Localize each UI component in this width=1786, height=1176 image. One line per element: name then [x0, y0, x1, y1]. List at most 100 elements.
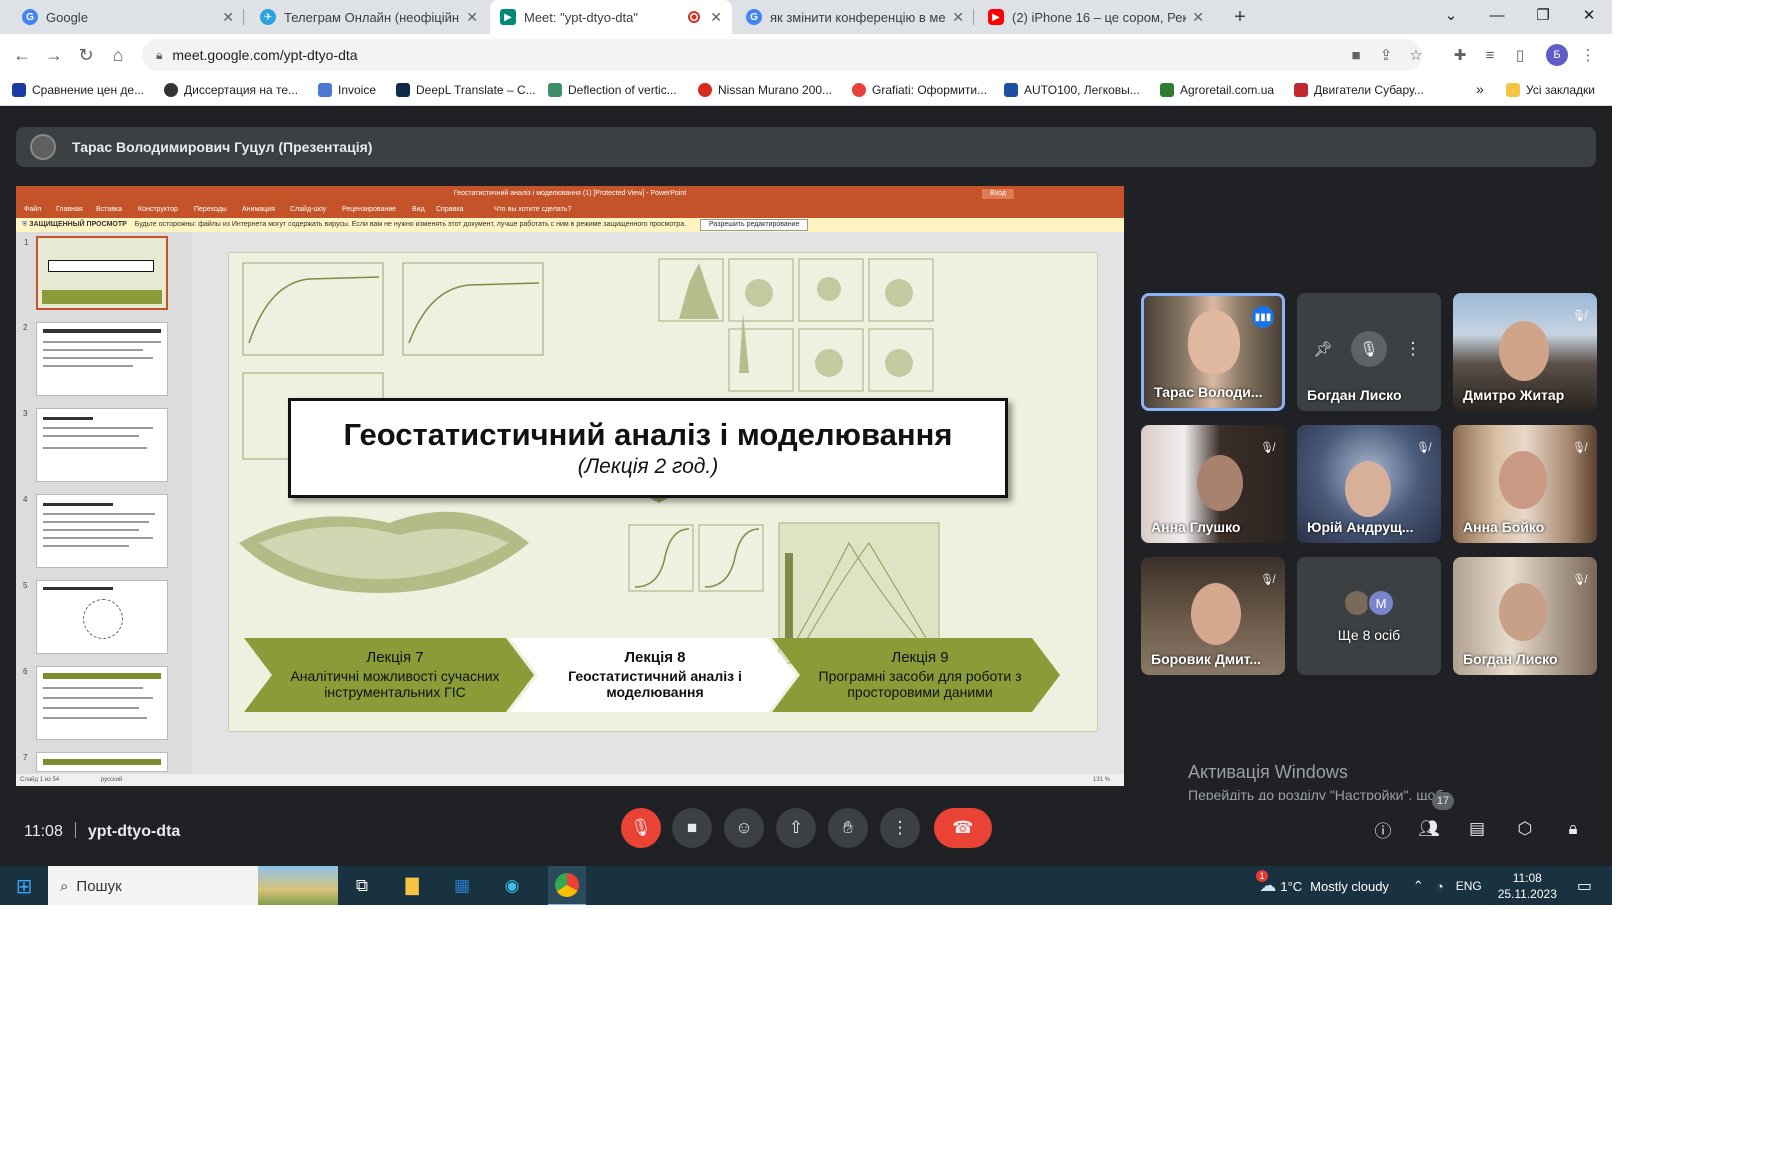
close-tab-icon[interactable]: ✕	[466, 9, 478, 26]
signin-button[interactable]: Вход	[982, 189, 1014, 199]
back-icon[interactable]: ←	[10, 43, 34, 67]
forward-icon[interactable]: →	[42, 43, 66, 67]
more-participants-tile[interactable]: M Ще 8 осіб	[1297, 557, 1441, 675]
chat-icon[interactable]: ▤	[1464, 816, 1490, 842]
slide-thumbnail[interactable]: 3	[23, 408, 168, 482]
participant-tile[interactable]: 🎙︎̸ Дмитро Житар	[1453, 293, 1597, 411]
bookmark-item[interactable]: Двигатели Субару...	[1294, 83, 1424, 97]
participant-tile[interactable]: 🎙︎̸ Боровик Дмит...	[1141, 557, 1285, 675]
more-options-icon[interactable]: ⋮	[1401, 337, 1425, 361]
language-indicator[interactable]: ENG	[1456, 879, 1482, 893]
people-icon[interactable]: 👥︎	[1416, 816, 1442, 842]
close-tab-icon[interactable]: ✕	[1192, 9, 1204, 26]
reload-icon[interactable]: ↻	[74, 43, 98, 67]
bookmark-item[interactable]: Grafiati: Оформити...	[852, 83, 987, 97]
restore-icon[interactable]: ❐	[1520, 0, 1566, 30]
weather-text[interactable]: Mostly cloudy	[1310, 879, 1389, 894]
site-info-icon[interactable]: 🔒︎	[156, 48, 162, 63]
tab-telegram[interactable]: ✈ Телеграм Онлайн (неофіційн ✕	[250, 0, 488, 34]
slide-thumbnail[interactable]: 4	[23, 494, 168, 568]
camera-button[interactable]: ■	[672, 808, 712, 848]
presenter-avatar	[30, 134, 56, 160]
side-panel-icon[interactable]: ▯	[1510, 45, 1530, 65]
profile-avatar[interactable]: Б	[1546, 44, 1568, 66]
tell-me-box[interactable]: Что вы хотите сделать?	[494, 206, 571, 213]
ribbon-tab[interactable]: Вид	[412, 206, 425, 213]
participant-tile[interactable]: 🎙︎̸ Анна Глушко	[1141, 425, 1285, 543]
microphone-off-button[interactable]: 🎙︎	[621, 808, 661, 848]
ribbon-tab[interactable]: Рецензирование	[342, 206, 396, 213]
address-bar[interactable]: 🔒︎ meet.google.com/ypt-dtyo-dta	[142, 39, 1422, 71]
participant-tile[interactable]: 📌︎ 🎙︎ ⋮ Богдан Лиско	[1297, 293, 1441, 411]
extensions-icon[interactable]: ✚	[1450, 45, 1470, 65]
ribbon-tab[interactable]: Файл	[24, 206, 41, 213]
store-icon[interactable]: ▦	[448, 872, 476, 900]
bookmark-item[interactable]: Диссертация на те...	[164, 83, 298, 97]
slide-thumbnail[interactable]: 2	[23, 322, 168, 396]
chrome-icon[interactable]	[548, 866, 586, 905]
zoom-level[interactable]: 131 %	[1093, 774, 1110, 786]
participant-tile[interactable]: ▮▮▮ Тарас Володи...	[1141, 293, 1285, 411]
pin-icon[interactable]: 📌︎	[1311, 337, 1335, 361]
share-icon[interactable]: ⇪	[1376, 45, 1396, 65]
participant-tile[interactable]: 🎙︎̸ Анна Бойко	[1453, 425, 1597, 543]
task-view-icon[interactable]: ⧉	[348, 872, 376, 900]
ribbon-tab[interactable]: Анимация	[242, 206, 275, 213]
edge-icon[interactable]: ◉	[498, 872, 526, 900]
ribbon-tab[interactable]: Главная	[56, 206, 83, 213]
tab-meet[interactable]: ▶ Meet: "ypt-dtyo-dta" ✕	[490, 0, 732, 34]
host-controls-icon[interactable]: 🔒︎	[1560, 816, 1586, 842]
close-tab-icon[interactable]: ✕	[222, 9, 234, 26]
bookmark-item[interactable]: Сравнение цен де...	[12, 83, 144, 97]
tab-search-icon[interactable]: ⌄	[1428, 0, 1474, 30]
ribbon-tab[interactable]: Вставка	[96, 206, 122, 213]
close-tab-icon[interactable]: ✕	[952, 9, 964, 26]
participant-tile[interactable]: 🎙︎̸ Богдан Лиско	[1453, 557, 1597, 675]
bookmark-item[interactable]: Deflection of vertic...	[548, 83, 677, 97]
enable-editing-button[interactable]: Разрешить редактирование	[700, 219, 809, 231]
microphone-icon[interactable]: 🎙︎	[1351, 331, 1387, 367]
meeting-info-icon[interactable]: ⓘ	[1370, 816, 1396, 842]
participant-tile[interactable]: 🎙︎̸ Юрій Андрущ...	[1297, 425, 1441, 543]
ribbon-tab[interactable]: Переходы	[194, 206, 227, 213]
tab-youtube[interactable]: ▶ (2) iPhone 16 – це сором, Рекор ✕	[978, 0, 1214, 34]
notifications-icon[interactable]: ▭	[1577, 876, 1592, 896]
activities-icon[interactable]: ⬡	[1512, 816, 1538, 842]
home-icon[interactable]: ⌂	[106, 43, 130, 67]
more-bookmarks-button[interactable]: »	[1476, 81, 1484, 97]
bookmark-item[interactable]: Invoice	[318, 83, 376, 97]
new-tab-button[interactable]: +	[1222, 0, 1258, 34]
leave-call-button[interactable]: ☎	[934, 808, 992, 848]
bookmark-star-icon[interactable]: ☆	[1406, 45, 1426, 65]
slide-thumbnail[interactable]: 5	[23, 580, 168, 654]
tab-search[interactable]: G як змінити конференцію в ме ✕	[736, 0, 974, 34]
windows-start-icon[interactable]: ⊞	[10, 872, 38, 900]
slide-thumbnail[interactable]: 7	[23, 752, 168, 772]
raise-hand-button[interactable]: ✋︎	[828, 808, 868, 848]
ribbon-tab[interactable]: Справка	[436, 206, 463, 213]
taskbar-clock[interactable]: 11:08 25.11.2023	[1498, 870, 1557, 902]
chevron-up-icon[interactable]: ⌃	[1413, 878, 1424, 894]
close-tab-icon[interactable]: ✕	[710, 9, 722, 26]
bookmark-item[interactable]: Nissan Murano 200...	[698, 83, 832, 97]
more-options-button[interactable]: ⋮	[880, 808, 920, 848]
close-window-icon[interactable]: ✕	[1566, 0, 1612, 30]
bookmark-item[interactable]: DeepL Translate – С...	[396, 83, 536, 97]
tab-google[interactable]: G Google ✕	[12, 0, 244, 34]
present-screen-button[interactable]: ⇧	[776, 808, 816, 848]
media-icon[interactable]: ≡	[1480, 45, 1500, 65]
emoji-button[interactable]: ☺	[724, 808, 764, 848]
minimize-icon[interactable]: —	[1474, 0, 1520, 30]
camera-icon[interactable]: ■	[1346, 45, 1366, 65]
all-bookmarks-folder[interactable]: Усі закладки	[1506, 83, 1595, 97]
bookmark-item[interactable]: AUTO100, Легковы...	[1004, 83, 1140, 97]
slide-thumbnail[interactable]: 1	[24, 236, 168, 310]
taskbar-search[interactable]: ⌕ Пошук	[48, 866, 338, 905]
network-icon[interactable]: ◔	[1436, 879, 1444, 894]
ribbon-tab[interactable]: Слайд-шоу	[290, 206, 326, 213]
ribbon-tab[interactable]: Конструктор	[138, 206, 178, 213]
bookmark-item[interactable]: Agroretail.com.ua	[1160, 83, 1274, 97]
slide-thumbnail[interactable]: 6	[23, 666, 168, 740]
file-explorer-icon[interactable]: ▇	[398, 872, 426, 900]
menu-icon[interactable]: ⋮	[1578, 45, 1598, 65]
